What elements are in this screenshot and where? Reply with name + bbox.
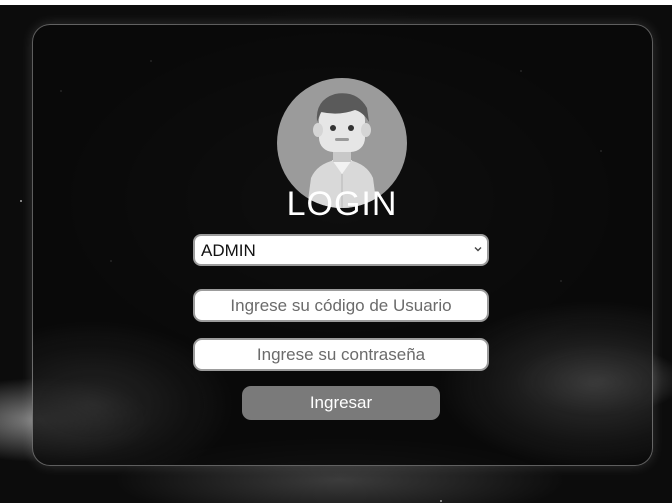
star — [20, 200, 22, 202]
star — [440, 500, 442, 502]
chevron-down-icon — [474, 247, 482, 252]
page-title: LOGIN — [286, 185, 398, 223]
user-code-input[interactable] — [193, 289, 489, 322]
role-select[interactable]: ADMIN — [193, 234, 489, 266]
submit-button[interactable]: Ingresar — [242, 386, 440, 420]
top-strip — [0, 0, 672, 5]
role-select-value: ADMIN — [201, 241, 256, 260]
password-input[interactable] — [193, 338, 489, 371]
